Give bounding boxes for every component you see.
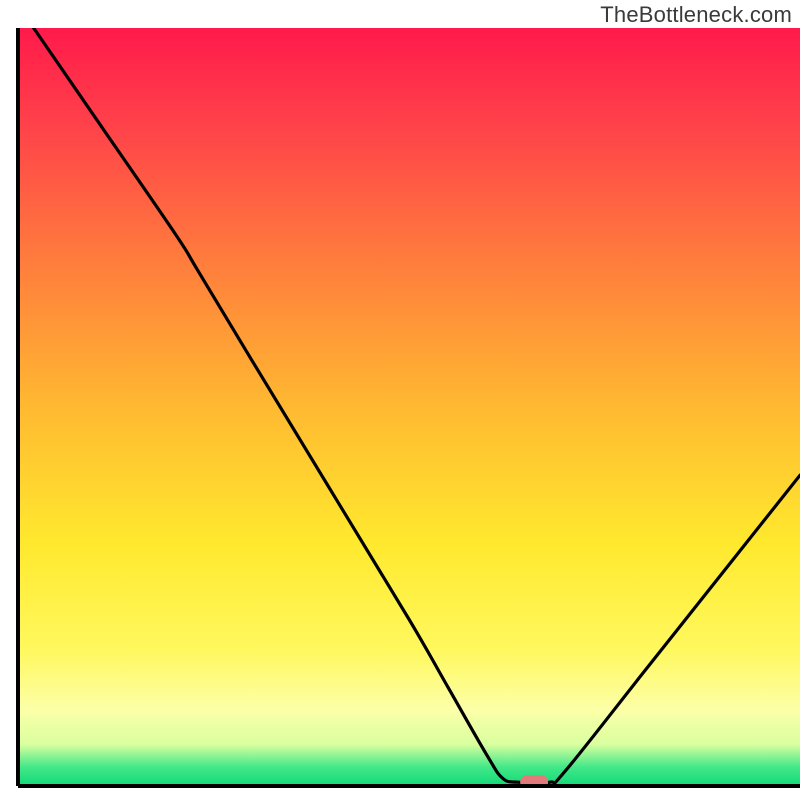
watermark-text: TheBottleneck.com	[600, 2, 792, 28]
gradient-background	[18, 28, 800, 786]
chart-container: TheBottleneck.com	[0, 0, 800, 800]
bottleneck-chart	[0, 0, 800, 800]
